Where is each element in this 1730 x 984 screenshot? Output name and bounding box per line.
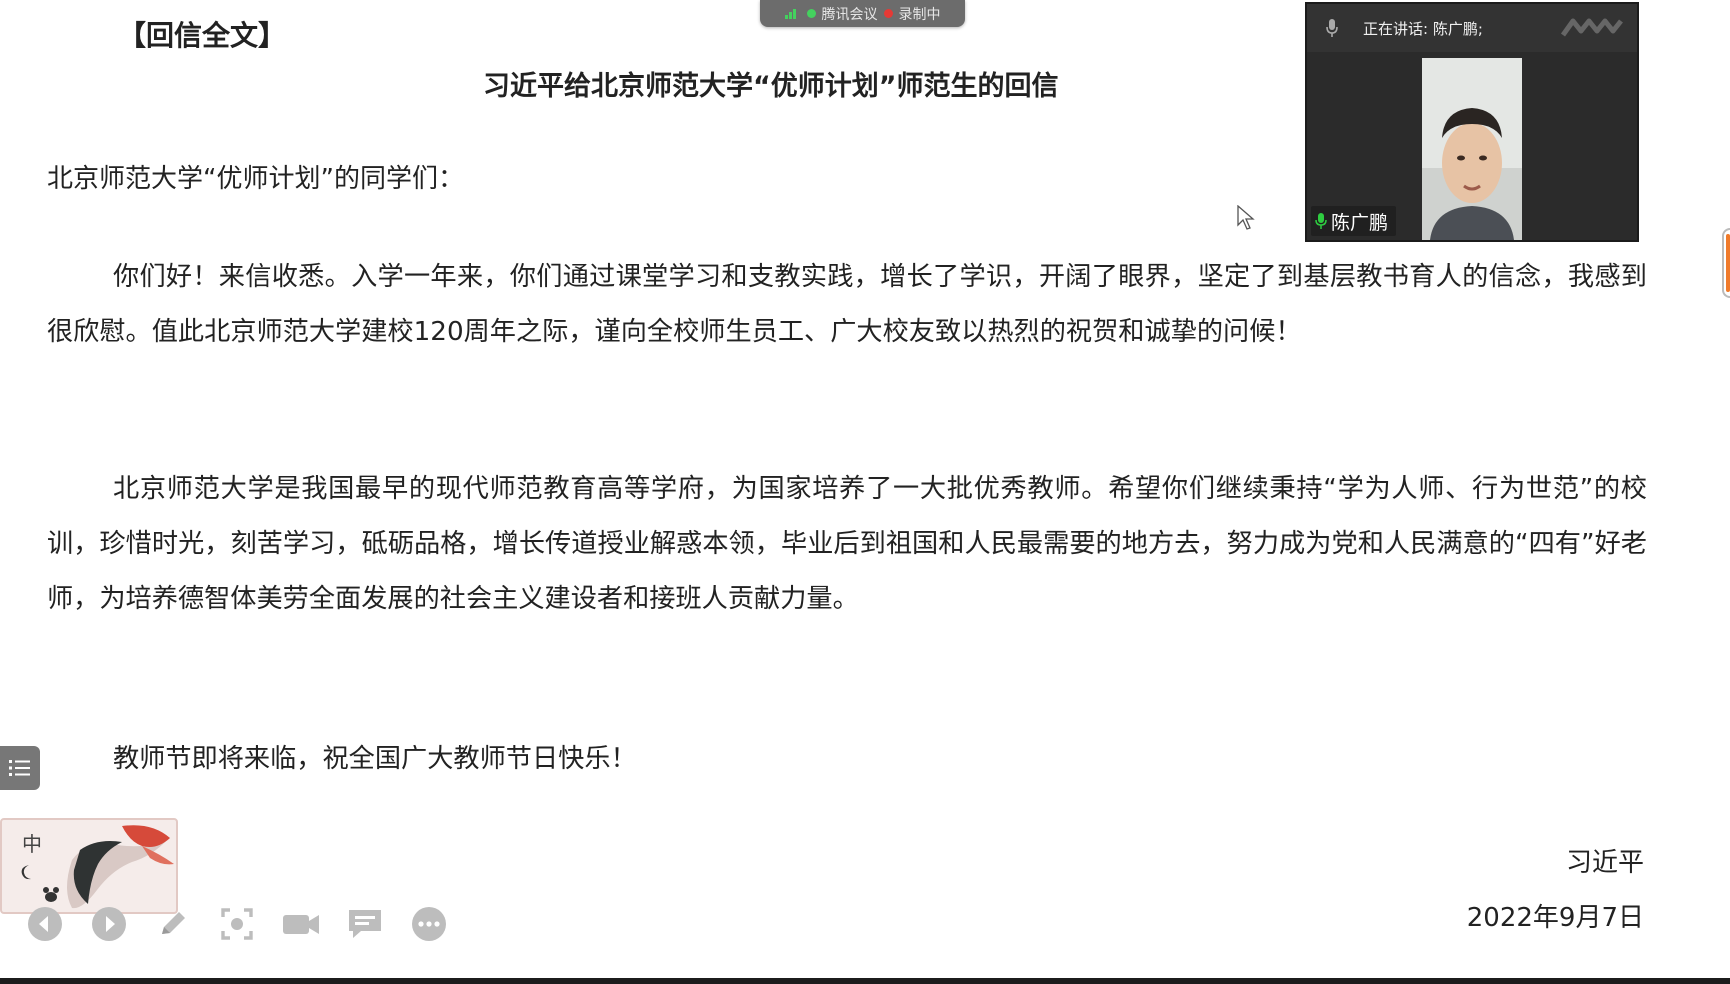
list-icon <box>9 760 30 776</box>
pen-icon <box>162 912 185 934</box>
comment-icon <box>349 910 381 938</box>
recording-label: 录制中 <box>898 6 941 23</box>
camera-icon <box>283 915 319 934</box>
screen-bottom-border <box>0 978 1730 984</box>
pen-button[interactable] <box>154 905 192 943</box>
moon-icon <box>21 865 31 880</box>
video-panel[interactable]: 正在讲话: 陈广鹏; 陈广鹏 <box>1305 2 1639 242</box>
speaking-indicator: 正在讲话: 陈广鹏; <box>1363 19 1483 38</box>
microphone-icon[interactable] <box>1319 15 1345 41</box>
next-page-button[interactable] <box>90 905 128 943</box>
prev-page-button[interactable] <box>26 905 64 943</box>
more-icon <box>412 907 446 941</box>
participant-name: 陈广鹏 <box>1331 211 1389 234</box>
section-heading: 【回信全文】 <box>118 19 287 52</box>
participant-video <box>1422 58 1522 240</box>
screenshot-icon <box>221 908 253 940</box>
letter-signature: 习近平 <box>1565 848 1644 878</box>
participant-name-tag: 陈广鹏 <box>1311 206 1397 236</box>
video-panel-header: 正在讲话: 陈广鹏; <box>1307 4 1637 52</box>
letter-title: 习近平给北京师范大学“优师计划”师范生的回信 <box>483 71 1059 102</box>
letter-paragraph-2: 北京师范大学是我国最早的现代师范教育高等学府，为国家培养了一大批优秀教师。希望你… <box>47 474 1647 614</box>
ime-mode-label: 中 <box>22 832 42 856</box>
letter-paragraph-1: 你们好！来信收悉。入学一年来，你们通过课堂学习和支教实践，增长了学识，开阔了眼界… <box>47 262 1647 347</box>
mouse-cursor-icon <box>1237 205 1255 230</box>
meeting-status-badge[interactable]: 腾讯会议 录制中 <box>760 0 965 27</box>
letter-date: 2022年9月7日 <box>1466 903 1644 933</box>
meeting-logo-icon <box>1561 18 1623 37</box>
next-icon <box>92 907 126 941</box>
side-panel-handle[interactable] <box>1722 228 1730 298</box>
table-of-contents-button[interactable] <box>0 746 40 790</box>
letter-paragraph-3: 教师节即将来临，祝全国广大教师节日快乐！ <box>113 744 637 774</box>
screenshot-button[interactable] <box>218 905 256 943</box>
more-button[interactable] <box>410 905 448 943</box>
meeting-app-name: 腾讯会议 <box>821 6 878 23</box>
annotation-toolbar <box>26 900 448 948</box>
recording-dot-icon <box>883 9 893 18</box>
connected-dot-icon <box>806 9 816 18</box>
comment-button[interactable] <box>346 905 384 943</box>
prev-icon <box>28 907 62 941</box>
signal-icon <box>784 8 801 19</box>
participant-avatar <box>1422 58 1522 240</box>
letter-salutation: 北京师范大学“优师计划”的同学们： <box>47 164 464 194</box>
active-mic-icon <box>1315 213 1327 229</box>
camera-button[interactable] <box>282 905 320 943</box>
